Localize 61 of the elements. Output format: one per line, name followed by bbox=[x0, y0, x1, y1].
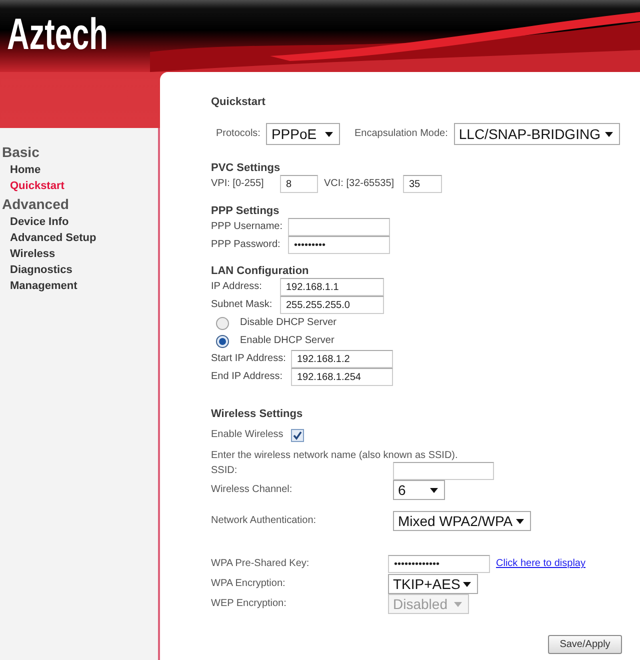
protocol-select[interactable]: PPPoE bbox=[266, 123, 340, 145]
encryption-select[interactable]: TKIP+AES bbox=[388, 574, 478, 594]
input-field[interactable] bbox=[393, 462, 494, 480]
field-label: IP Address: bbox=[211, 281, 263, 293]
input-field[interactable]: 8 bbox=[280, 175, 318, 193]
brand-logo: Aztech bbox=[7, 13, 108, 57]
caret-icon bbox=[430, 488, 438, 492]
sidebar-link[interactable]: Advanced Setup bbox=[10, 230, 96, 246]
field-label: End IP Address: bbox=[211, 371, 284, 383]
field-label: WPA Encryption: bbox=[211, 578, 286, 590]
field-label: SSID: bbox=[211, 465, 238, 477]
radio-icon[interactable] bbox=[216, 316, 229, 330]
radio-icon[interactable] bbox=[216, 334, 229, 348]
channel-select[interactable]: 6 bbox=[393, 480, 445, 500]
input-field[interactable]: 255.255.255.0 bbox=[280, 296, 384, 314]
authentication-select[interactable]: Mixed WPA2/WPA bbox=[393, 511, 531, 531]
sidebar-link[interactable]: Home bbox=[10, 162, 41, 178]
encapsulation-select[interactable]: LLC/SNAP-BRIDGING bbox=[454, 123, 620, 145]
section-heading: LAN Configuration bbox=[211, 265, 309, 278]
field-label: Enable Wireless bbox=[211, 429, 284, 441]
field-label: Network Authentication: bbox=[211, 515, 318, 527]
sidebar-link[interactable]: Diagnostics bbox=[10, 262, 72, 278]
input-field[interactable] bbox=[288, 218, 390, 236]
checkbox-icon[interactable] bbox=[291, 428, 304, 442]
sidebar-link[interactable]: Management bbox=[10, 278, 78, 294]
section-heading: PPP Settings bbox=[211, 205, 280, 218]
input-field[interactable]: 35 bbox=[403, 175, 442, 193]
display-key-link[interactable]: Click here to display bbox=[496, 558, 586, 570]
instruction-text: Enter the wireless network name (also known as SSID). bbox=[211, 450, 458, 462]
sidebar-link[interactable]: Quickstart bbox=[10, 178, 64, 194]
section-heading: PVC Settings bbox=[211, 162, 280, 175]
section-heading: Wireless Settings bbox=[211, 408, 303, 421]
field-label: PPP Username: bbox=[211, 221, 284, 233]
option-label[interactable]: Disable DHCP Server bbox=[240, 317, 337, 329]
sidebar-section-title: Basic bbox=[1, 144, 40, 160]
field-label: Encapsulation Mode: bbox=[354, 128, 448, 140]
password-field[interactable]: ••••••••• bbox=[288, 236, 390, 254]
save-apply-button[interactable]: Save/Apply bbox=[548, 635, 622, 654]
sidebar-link[interactable]: Device Info bbox=[10, 214, 69, 230]
caret-icon bbox=[463, 582, 471, 586]
field-label: Start IP Address: bbox=[211, 353, 287, 365]
field-label: WPA Pre-Shared Key: bbox=[211, 558, 310, 570]
field-label: Wireless Channel: bbox=[211, 484, 294, 496]
password-field[interactable]: ••••••••••••• bbox=[388, 555, 490, 573]
caret-icon bbox=[325, 132, 334, 136]
input-field[interactable]: 192.168.1.1 bbox=[280, 278, 384, 296]
caret-icon bbox=[454, 602, 462, 606]
field-label: WEP Encryption: bbox=[211, 598, 288, 610]
field-label: VCI: [32-65535] bbox=[324, 178, 396, 190]
sidebar-link[interactable]: Wireless bbox=[10, 246, 56, 262]
input-field[interactable]: 192.168.1.2 bbox=[291, 350, 393, 368]
section-heading: Quickstart bbox=[211, 96, 266, 109]
caret-icon bbox=[604, 132, 613, 136]
field-label: PPP Password: bbox=[211, 239, 282, 251]
input-field[interactable]: 192.168.1.254 bbox=[291, 368, 393, 386]
caret-icon bbox=[516, 518, 524, 524]
sidebar-section-title: Advanced bbox=[1, 196, 69, 212]
field-label: Protocols: bbox=[216, 128, 260, 140]
field-label: Subnet Mask: bbox=[211, 299, 274, 311]
option-label[interactable]: Enable DHCP Server bbox=[240, 335, 334, 347]
field-label: VPI: [0-255] bbox=[211, 178, 265, 190]
